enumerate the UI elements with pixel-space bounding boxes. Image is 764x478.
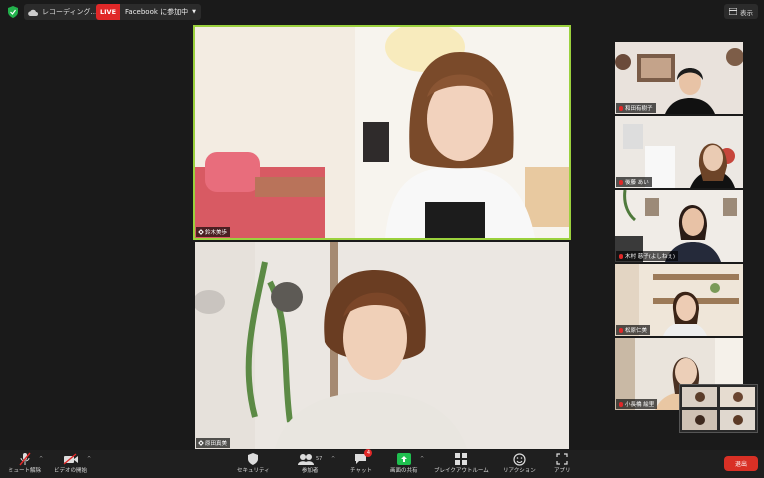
participant-video (195, 242, 569, 449)
breakout-label: ブレイクアウトルーム (434, 468, 489, 474)
participant-name-tag: 木村 慈子(よしねぇ) (616, 251, 679, 261)
smiley-reaction-icon (513, 452, 526, 466)
chevron-down-icon: ▼ (192, 9, 197, 15)
video-tile-gallery-4[interactable]: 松原仁美 (615, 264, 743, 336)
security-shield-icon[interactable] (8, 6, 18, 18)
muted-mic-icon (619, 253, 623, 259)
chat-button[interactable]: 4 チャット (350, 449, 373, 474)
start-video-button[interactable]: ビデオの開始 (54, 452, 87, 474)
participant-name: 小長橋 絵里 (625, 402, 655, 408)
participant-name-tag: 原田真美 (196, 438, 231, 448)
live-stream-label: Facebook に参加中 (125, 8, 189, 16)
view-button[interactable]: 表示 (724, 4, 758, 19)
leave-meeting-button[interactable]: 退出 (724, 456, 758, 471)
muted-mic-icon (619, 179, 623, 185)
video-tile-main-second[interactable]: 原田真美 (195, 242, 569, 449)
participant-name-tag: 松原仁美 (616, 325, 651, 335)
participant-name-tag: 和田有樹子 (616, 103, 656, 113)
video-camera-off-icon (63, 453, 78, 465)
muted-mic-icon (619, 105, 623, 111)
mini-gallery-preview (680, 385, 757, 432)
apps-label: アプリ (554, 468, 571, 474)
chevron-up-icon[interactable]: ^ (87, 456, 91, 462)
meeting-toolbar: ミュート解除 ^ ビデオの開始 ^ セキュリティ 57 参加者 ^ 4 チャット… (0, 449, 764, 478)
floating-preview-window[interactable] (679, 384, 758, 433)
recording-indicator[interactable]: レコーディング... (24, 4, 104, 20)
live-badge: LIVE (96, 4, 121, 20)
video-tile-gallery-3[interactable]: 木村 慈子(よしねぇ) (615, 190, 743, 262)
reactions-button[interactable]: リアクション (503, 452, 536, 474)
chevron-up-icon[interactable]: ^ (331, 456, 335, 462)
breakout-rooms-button[interactable]: ブレイクアウトルーム (434, 452, 489, 474)
participant-name: 後藤 あい (625, 180, 649, 186)
participants-button[interactable]: 57 参加者 (298, 452, 322, 474)
apps-button[interactable]: アプリ (554, 452, 571, 474)
mute-button[interactable]: ミュート解除 (8, 452, 41, 474)
participant-name: 和田有樹子 (625, 106, 653, 112)
microphone-muted-icon (18, 452, 31, 466)
pin-icon (198, 229, 204, 235)
pin-icon (198, 440, 204, 446)
video-tile-active-speaker[interactable]: 鈴木美歩 (193, 25, 571, 240)
muted-mic-icon (619, 327, 623, 333)
breakout-rooms-icon (455, 453, 468, 465)
video-label: ビデオの開始 (54, 468, 88, 474)
participant-name-tag: 鈴木美歩 (196, 227, 231, 237)
chevron-up-icon[interactable]: ^ (420, 456, 424, 462)
share-screen-button[interactable]: 画面の共有 (390, 452, 418, 474)
participant-name: 松原仁美 (625, 328, 648, 334)
video-tile-gallery-1[interactable]: 和田有樹子 (615, 42, 743, 114)
security-button[interactable]: セキュリティ (237, 452, 270, 474)
participant-name-tag: 後藤 あい (616, 177, 652, 187)
chevron-up-icon[interactable]: ^ (39, 456, 43, 462)
participant-name: 原田真美 (205, 441, 228, 447)
participant-name: 鈴木美歩 (205, 230, 228, 236)
participants-count: 57 (316, 456, 323, 462)
participant-name-tag: 小長橋 絵里 (616, 399, 658, 409)
chat-label: チャット (350, 468, 372, 474)
grid-view-icon (729, 8, 737, 15)
participants-icon (298, 454, 314, 465)
participants-label: 参加者 (301, 468, 319, 474)
share-label: 画面の共有 (390, 468, 418, 474)
participant-name: 木村 慈子(よしねぇ) (625, 254, 676, 260)
recording-label: レコーディング... (42, 8, 98, 16)
view-label: 表示 (740, 8, 753, 17)
top-bar: レコーディング... LIVE Facebook に参加中 ▼ 表示 (0, 0, 764, 24)
mute-label: ミュート解除 (8, 468, 42, 474)
chat-unread-badge: 4 (364, 449, 373, 457)
muted-mic-icon (619, 401, 623, 407)
shield-icon (248, 453, 259, 465)
speaker-video (195, 27, 569, 238)
video-tile-gallery-2[interactable]: 後藤 あい (615, 116, 743, 188)
security-label: セキュリティ (237, 468, 270, 474)
cloud-icon (28, 9, 38, 16)
reactions-label: リアクション (503, 468, 536, 474)
apps-icon (556, 453, 568, 465)
share-screen-icon (396, 453, 411, 465)
live-stream-menu[interactable]: LIVE Facebook に参加中 ▼ (96, 4, 202, 20)
